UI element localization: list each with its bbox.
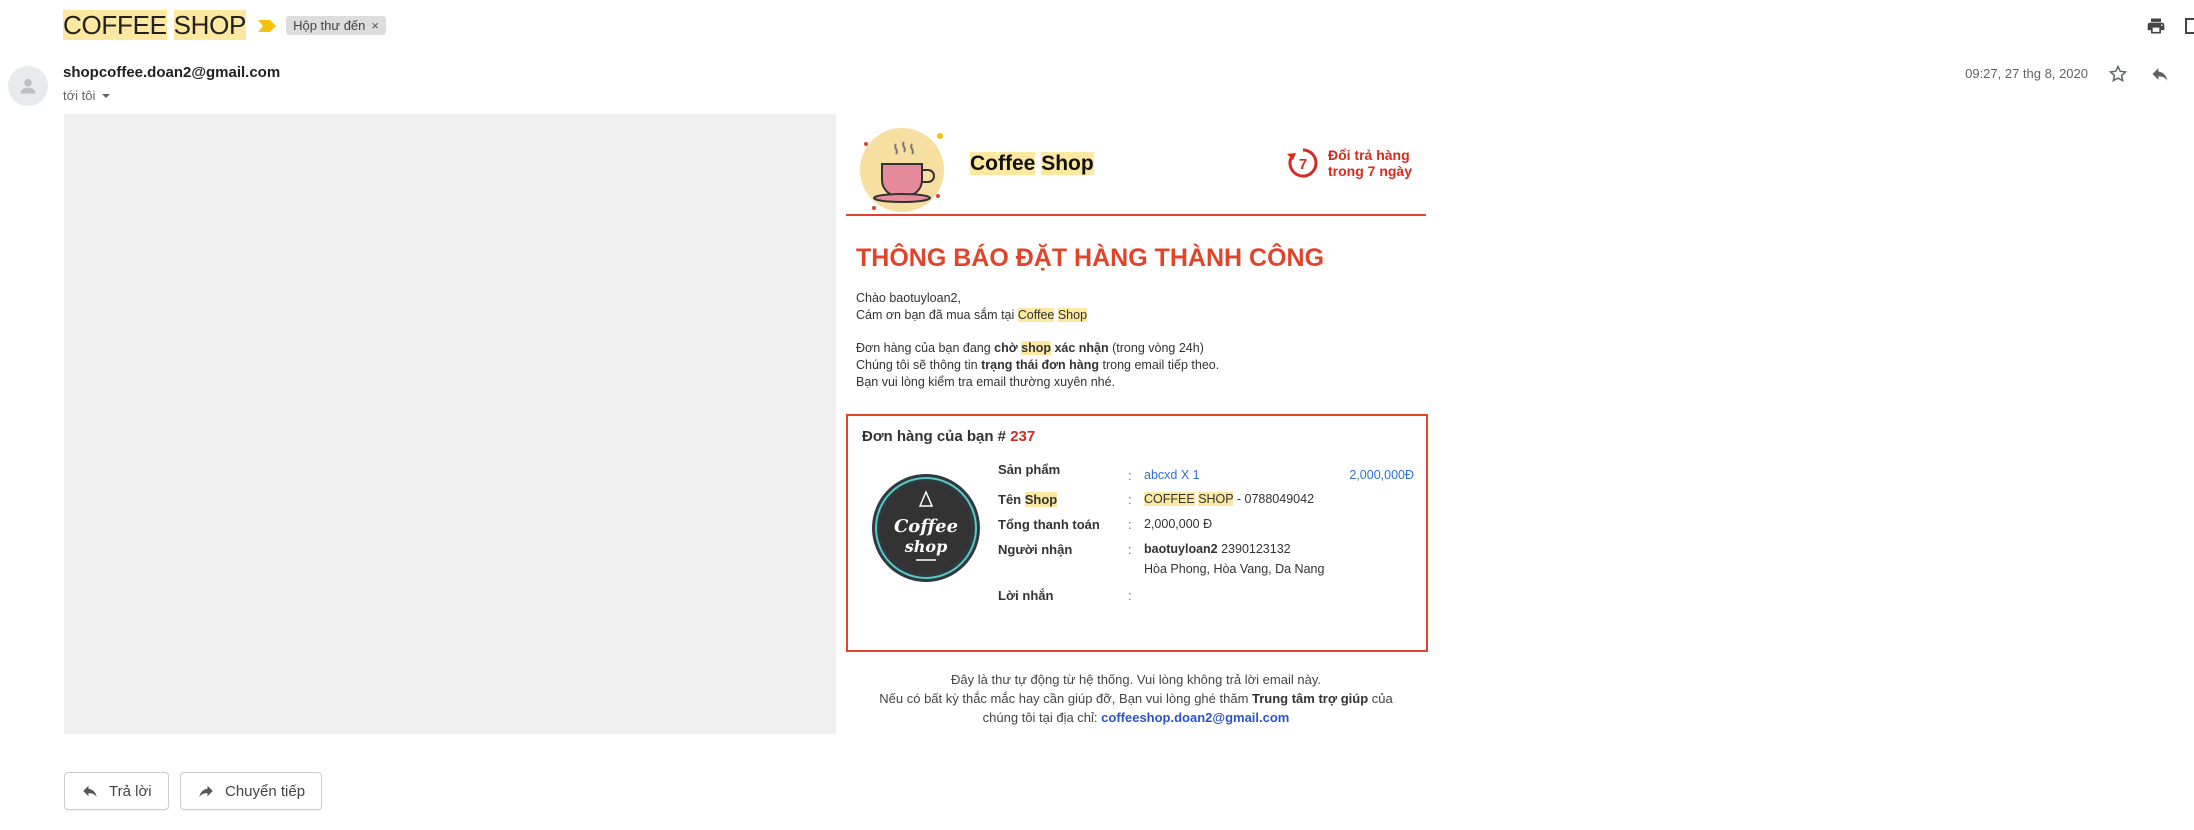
inbox-label-chip[interactable]: Hộp thư đến × [286,15,386,35]
receiver-label: Người nhận [998,542,1073,557]
email-date: 09:27, 27 thg 8, 2020 [1965,66,2088,81]
total-label: Tổng thanh toán [998,517,1100,532]
coffee-shop-logo: Coffee shop [870,472,982,584]
email-subject: COFFEE SHOP [63,9,247,40]
print-icon[interactable] [2142,12,2170,40]
return-policy: 7 Đổi trả hàng trong 7 ngày [1286,146,1412,180]
open-new-window-icon[interactable] [2184,12,2194,40]
product-value: abcxd X 1 [1144,468,1200,482]
page-title: THÔNG BÁO ĐẶT HÀNG THÀNH CÔNG [856,244,1325,272]
importance-marker-icon[interactable] [258,19,277,32]
coffee-cup-icon [858,124,946,212]
shop-label: Tên Shop [998,492,1058,507]
reply-button[interactable]: Trả lời [64,772,169,810]
svg-text:Coffee: Coffee [894,516,958,537]
sender-avatar [8,66,48,106]
order-summary: Đơn hàng của bạn # 237 Coffee shop Sản p… [846,414,1428,652]
email-card: Coffee Shop 7 Đổi trả hàng trong 7 ngày … [836,114,1436,734]
receiver-value: baotuyloan2 2390123132 [1144,542,1291,556]
total-value: 2,000,000 Đ [1144,517,1213,531]
forward-icon [199,785,213,797]
star-icon[interactable] [2108,64,2128,89]
recipient-details[interactable]: tới tôi [63,88,111,103]
footer-line-2: Nếu có bất kỳ thắc mắc hay cần giúp đỡ, … [879,691,1393,706]
product-price: 2,000,000Đ [1349,468,1414,482]
svg-text:7: 7 [1299,156,1307,173]
product-label: Sản phẩm [998,462,1061,477]
chevron-down-icon [102,93,111,98]
support-email-link[interactable]: coffeeshop.doan2@gmail.com [1101,710,1289,725]
footer-line-3: chúng tôi tại địa chỉ: coffeeshop.doan2@… [982,710,1290,725]
order-title: Đơn hàng của bạn # 237 [862,428,1036,445]
subject-row: COFFEE SHOP Hộp thư đến × [63,8,386,42]
shop-value: COFFEE SHOP - 0788049042 [1144,492,1315,506]
svg-text:shop: shop [904,537,948,556]
top-actions [2142,12,2194,40]
sender-email: shopcoffee.doan2@gmail.com [63,64,281,81]
receiver-address: Hòa Phong, Hòa Vang, Da Nang [1144,562,1325,576]
footer-line-1: Đây là thư tự động từ hệ thống. Vui lòng… [951,672,1321,687]
return-7-days-icon: 7 [1286,148,1318,178]
note-label: Lời nhắn [998,588,1054,603]
greeting-paragraph: Chào baotuyloan2, Cám ơn bạn đã mua sắm … [856,291,1088,322]
person-avatar-icon [20,78,36,94]
brand-name: Coffee Shop [970,152,1094,175]
remove-label-icon[interactable]: × [371,18,379,33]
reply-icon [83,785,97,797]
forward-button[interactable]: Chuyển tiếp [180,772,323,810]
reply-icon[interactable] [2150,64,2170,89]
card-header: Coffee Shop 7 Đổi trả hàng trong 7 ngày [846,114,1426,216]
status-paragraph: Đơn hàng của bạn đang chờ shop xác nhận … [856,341,1220,389]
